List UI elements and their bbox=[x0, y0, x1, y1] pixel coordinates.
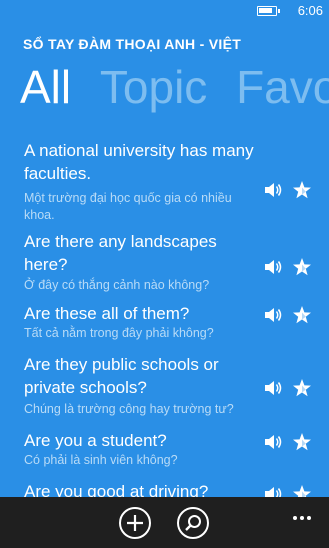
phrase-english: Are you a student? bbox=[24, 431, 167, 450]
search-icon bbox=[185, 515, 201, 531]
phrase-vietnamese: Một trường đại học quốc gia có nhiều kho… bbox=[24, 191, 232, 222]
phrase-english: Are they public schools or private schoo… bbox=[24, 355, 219, 397]
speaker-icon[interactable] bbox=[263, 181, 283, 199]
speaker-icon[interactable] bbox=[263, 306, 283, 324]
app-bar bbox=[0, 497, 329, 548]
speaker-icon[interactable] bbox=[263, 258, 283, 276]
tab-all[interactable]: All bbox=[20, 60, 71, 114]
phrase-vietnamese: Có phải là sinh viên không? bbox=[24, 453, 178, 467]
star-icon[interactable] bbox=[292, 305, 312, 325]
status-bar: 6:06 bbox=[0, 0, 329, 24]
phrase-english: A national university has many faculties… bbox=[24, 141, 254, 183]
status-time: 6:06 bbox=[297, 3, 323, 18]
app-screen: 6:06 SỔ TAY ĐÀM THOẠI ANH - VIỆT All Top… bbox=[0, 0, 329, 548]
tab-favourites[interactable]: Favou bbox=[236, 60, 329, 114]
star-icon[interactable] bbox=[292, 180, 312, 200]
more-icon[interactable] bbox=[293, 505, 315, 520]
star-icon[interactable] bbox=[292, 257, 312, 277]
star-icon[interactable] bbox=[292, 432, 312, 452]
phrase-english: Are there any landscapes here? bbox=[24, 232, 217, 274]
battery-icon bbox=[257, 6, 280, 16]
phrase-vietnamese: Chúng là trường công hay trường tư? bbox=[24, 402, 234, 416]
speaker-icon[interactable] bbox=[263, 433, 283, 451]
add-button[interactable] bbox=[119, 507, 151, 539]
add-icon bbox=[127, 515, 143, 531]
star-icon[interactable] bbox=[292, 378, 312, 398]
app-title: SỔ TAY ĐÀM THOẠI ANH - VIỆT bbox=[23, 36, 242, 52]
tab-topic[interactable]: Topic bbox=[100, 60, 207, 114]
search-button[interactable] bbox=[177, 507, 209, 539]
phrase-english: Are these all of them? bbox=[24, 304, 190, 323]
speaker-icon[interactable] bbox=[263, 379, 283, 397]
phrase-vietnamese: Tất cả nằm trong đây phải không? bbox=[24, 326, 214, 340]
pivot-header: All Topic Favou bbox=[20, 60, 329, 114]
phrase-vietnamese: Ở đây có thắng cảnh nào không? bbox=[24, 278, 210, 292]
